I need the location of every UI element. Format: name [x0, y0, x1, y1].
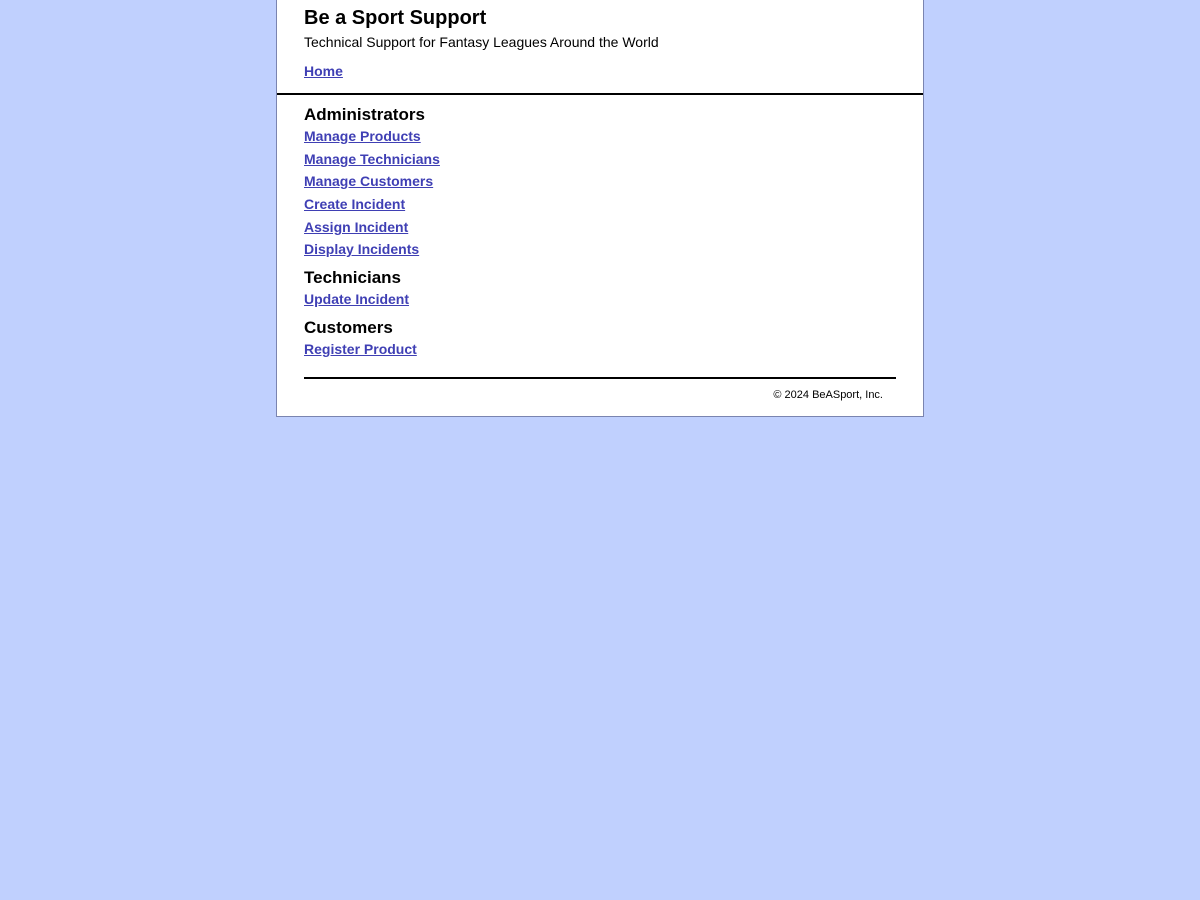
administrators-heading: Administrators: [304, 105, 425, 124]
copyright-text: © 2024 BeASport, Inc.: [773, 389, 883, 401]
assign-incident-link[interactable]: Assign Incident: [304, 219, 408, 235]
technicians-heading: Technicians: [304, 268, 401, 287]
home-link[interactable]: Home: [304, 63, 343, 79]
manage-technicians-link[interactable]: Manage Technicians: [304, 151, 440, 167]
customers-heading: Customers: [304, 318, 393, 337]
page-container: Be a Sport Support Technical Support for…: [276, 0, 924, 417]
manage-products-link[interactable]: Manage Products: [304, 128, 421, 144]
site-header: Be a Sport Support Technical Support for…: [277, 0, 923, 95]
display-incidents-link[interactable]: Display Incidents: [304, 241, 419, 257]
manage-customers-link[interactable]: Manage Customers: [304, 173, 433, 189]
create-incident-link[interactable]: Create Incident: [304, 196, 405, 212]
site-subtitle: Technical Support for Fantasy Leagues Ar…: [304, 34, 659, 50]
register-product-link[interactable]: Register Product: [304, 341, 417, 357]
site-title: Be a Sport Support: [304, 7, 487, 29]
footer-divider: [304, 377, 896, 379]
update-incident-link[interactable]: Update Incident: [304, 291, 409, 307]
